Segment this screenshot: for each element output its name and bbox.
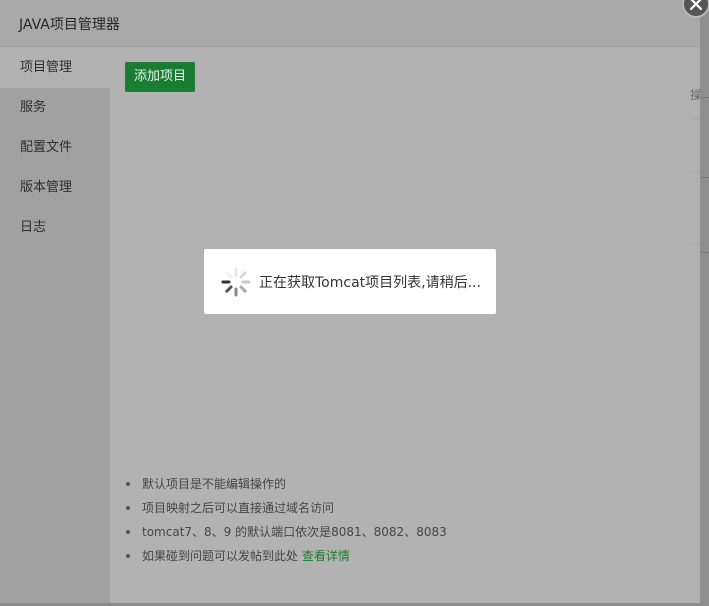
table-divider (692, 243, 700, 244)
sidebar-item-label: 服务 (20, 100, 47, 115)
tip-text: tomcat7、8、9 的默认端口依次是8081、8082、8083 (142, 525, 447, 539)
table-divider (692, 171, 700, 172)
main-content: 添加项目 操 默认项目是不能编辑操作的 项目映射之后可以直接通过域名访问 tom… (110, 48, 700, 603)
sidebar-item-logs[interactable]: 日志 (0, 208, 110, 248)
tip-text: 项目映射之后可以直接通过域名访问 (142, 501, 335, 515)
sidebar-item-label: 日志 (20, 220, 47, 235)
loading-dialog: 正在获取Tomcat项目列表,请稍后... (204, 249, 496, 314)
sidebar: 项目管理 服务 配置文件 版本管理 日志 (0, 48, 110, 603)
loading-message: 正在获取Tomcat项目列表,请稍后... (259, 275, 481, 291)
add-project-button[interactable]: 添加项目 (125, 62, 195, 92)
background-edge (700, 0, 709, 606)
tip-item: 项目映射之后可以直接通过域名访问 (124, 496, 684, 520)
tips-list: 默认项目是不能编辑操作的 项目映射之后可以直接通过域名访问 tomcat7、8、… (124, 472, 684, 568)
tip-item: 默认项目是不能编辑操作的 (124, 472, 684, 496)
sidebar-item-services[interactable]: 服务 (0, 88, 110, 128)
background-edge-line (701, 97, 709, 98)
background-edge-line (701, 177, 709, 178)
table-divider (692, 118, 700, 119)
tip-item: 如果碰到问题可以发帖到此处 查看详情 (124, 544, 684, 568)
close-icon (690, 0, 702, 10)
view-details-link[interactable]: 查看详情 (302, 549, 350, 563)
sidebar-item-label: 项目管理 (20, 60, 73, 75)
sidebar-item-label: 配置文件 (20, 140, 73, 155)
loading-spinner-icon (221, 267, 251, 297)
background-edge-line (701, 252, 709, 253)
sidebar-item-config-file[interactable]: 配置文件 (0, 128, 110, 168)
sidebar-item-label: 版本管理 (20, 180, 73, 195)
tip-text: 如果碰到问题可以发帖到此处 (142, 549, 302, 563)
dialog-header: JAVA项目管理器 (0, 0, 700, 47)
sidebar-item-project-management[interactable]: 项目管理 (0, 48, 110, 88)
tip-item: tomcat7、8、9 的默认端口依次是8081、8082、8083 (124, 520, 684, 544)
sidebar-item-version-management[interactable]: 版本管理 (0, 168, 110, 208)
table-header-partial-text: 操 (690, 88, 700, 102)
tip-text: 默认项目是不能编辑操作的 (142, 477, 287, 491)
dialog-title: JAVA项目管理器 (19, 17, 120, 33)
